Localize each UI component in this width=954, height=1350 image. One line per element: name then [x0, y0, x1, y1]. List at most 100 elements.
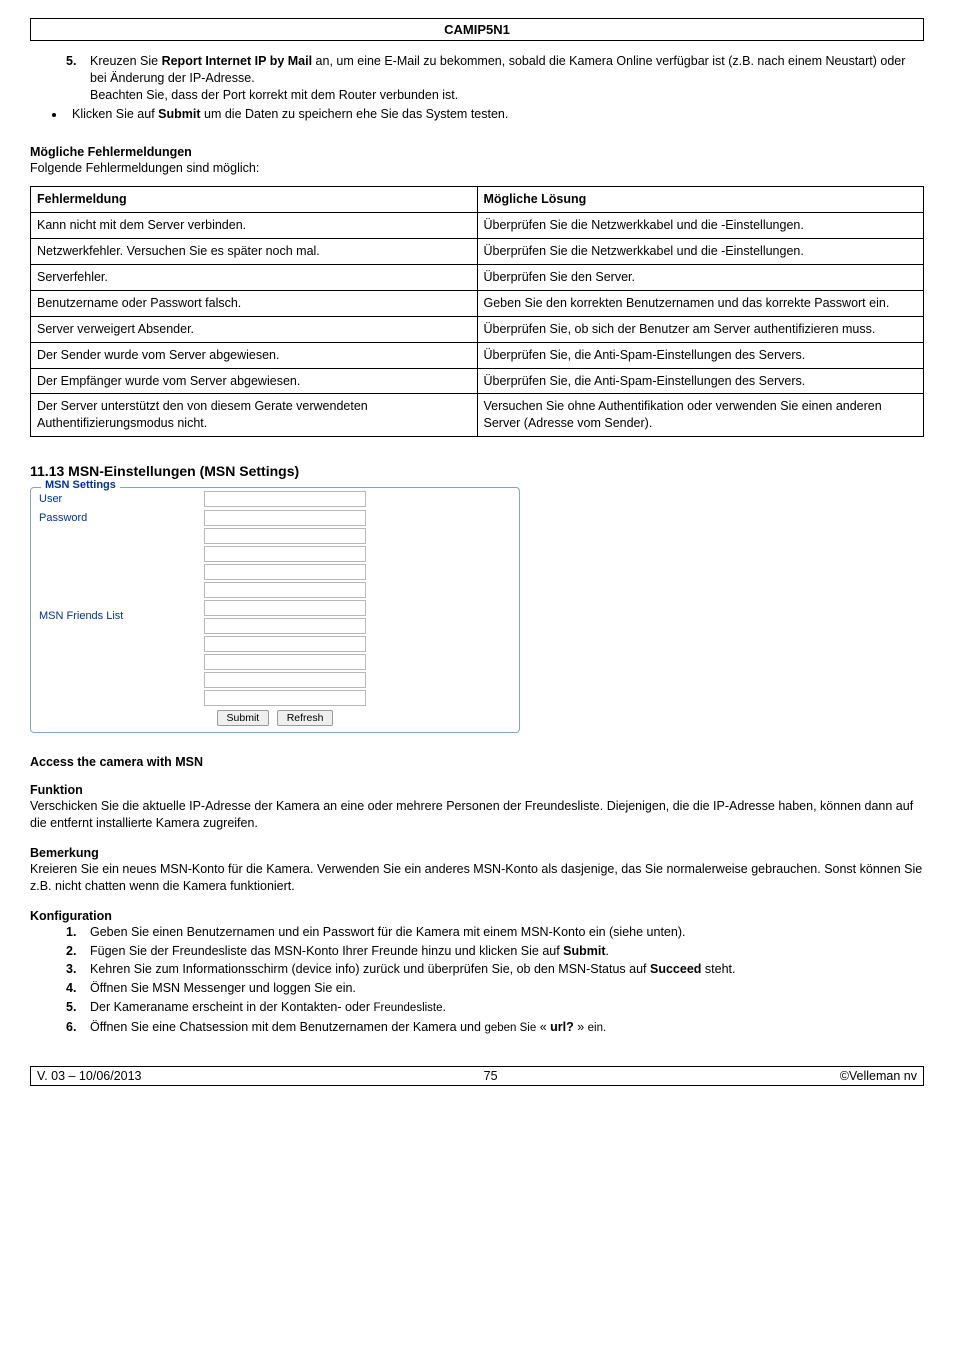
step-text: Geben Sie einen Benutzernamen und ein Pa…	[90, 925, 685, 939]
cell: Überprüfen Sie, die Anti-Spam-Einstellun…	[477, 368, 924, 394]
msn-friend-input[interactable]	[204, 654, 366, 670]
funktion-para: Verschicken Sie die aktuelle IP-Adresse …	[30, 798, 924, 832]
step-text-a: Fügen Sie der Freundesliste das MSN-Kont…	[90, 944, 563, 958]
doc-header: CAMIP5N1	[30, 18, 924, 41]
step-small2: ein.	[588, 1022, 607, 1034]
msn-friends-row: MSN Friends List	[35, 526, 515, 706]
msn-friends-inputs	[204, 528, 366, 706]
step-text-a: Kreuzen Sie	[90, 54, 162, 68]
access-heading: Access the camera with MSN	[30, 755, 924, 769]
msn-row-user: User	[35, 491, 515, 507]
konfig-step: 3. Kehren Sie zum Informationsschirm (de…	[66, 961, 924, 978]
step-text-a: Kehren Sie zum Informationsschirm (devic…	[90, 962, 650, 976]
table-row: Serverfehler.Überprüfen Sie den Server.	[31, 265, 924, 291]
cell: Überprüfen Sie den Server.	[477, 265, 924, 291]
step-bold: Submit	[563, 944, 605, 958]
errors-sub: Folgende Fehlermeldungen sind möglich:	[30, 160, 924, 177]
konfig-step: 2. Fügen Sie der Freundesliste das MSN-K…	[66, 943, 924, 960]
msn-friend-input[interactable]	[204, 600, 366, 616]
step-number: 5.	[66, 999, 76, 1016]
msn-friend-input[interactable]	[204, 546, 366, 562]
intro-step-5: 5. Kreuzen Sie Report Internet IP by Mai…	[66, 53, 924, 104]
footer-center: 75	[484, 1069, 498, 1083]
step-number: 3.	[66, 961, 76, 978]
step-bold: url?	[550, 1020, 574, 1034]
konfig-heading: Konfiguration	[30, 909, 924, 923]
error-table: Fehlermeldung Mögliche Lösung Kann nicht…	[30, 186, 924, 437]
msn-user-label: User	[35, 493, 204, 505]
msn-user-input[interactable]	[204, 491, 366, 507]
bemerkung-heading: Bemerkung	[30, 846, 924, 860]
msn-friend-input[interactable]	[204, 528, 366, 544]
konfig-step: 6. Öffnen Sie eine Chatsession mit dem B…	[66, 1019, 924, 1037]
step-small: geben Sie	[484, 1022, 536, 1034]
refresh-button[interactable]: Refresh	[277, 710, 334, 726]
cell: Der Sender wurde vom Server abgewiesen.	[31, 342, 478, 368]
msn-friend-input[interactable]	[204, 564, 366, 580]
cell: Überprüfen Sie die Netzwerkkabel und die…	[477, 213, 924, 239]
intro-bullet: Klicken Sie auf Submit um die Daten zu s…	[66, 106, 924, 123]
cell: Kann nicht mit dem Server verbinden.	[31, 213, 478, 239]
cell: Geben Sie den korrekten Benutzernamen un…	[477, 290, 924, 316]
step-text-b: .	[443, 1000, 446, 1014]
cell: Der Empfänger wurde vom Server abgewiese…	[31, 368, 478, 394]
intro-bullet-list: Klicken Sie auf Submit um die Daten zu s…	[66, 106, 924, 123]
table-row: Server verweigert Absender.Überprüfen Si…	[31, 316, 924, 342]
step-after: »	[574, 1020, 588, 1034]
cell: Überprüfen Sie, ob sich der Benutzer am …	[477, 316, 924, 342]
step-number: 2.	[66, 943, 76, 960]
cell: Serverfehler.	[31, 265, 478, 291]
konfig-step: 4. Öffnen Sie MSN Messenger und loggen S…	[66, 980, 924, 997]
msn-button-row: Submit Refresh	[35, 710, 515, 726]
doc-footer: V. 03 – 10/06/2013 75 ©Velleman nv	[30, 1066, 924, 1086]
table-header-row: Fehlermeldung Mögliche Lösung	[31, 187, 924, 213]
step-text-a: Öffnen Sie eine Chatsession mit dem Benu…	[90, 1020, 484, 1034]
step-bold: Succeed	[650, 962, 701, 976]
msn-password-input[interactable]	[204, 510, 366, 526]
cell: Server verweigert Absender.	[31, 316, 478, 342]
cell: Der Server unterstützt den von diesem Ge…	[31, 394, 478, 437]
submit-button[interactable]: Submit	[217, 710, 270, 726]
col-header-1: Fehlermeldung	[31, 187, 478, 213]
konfig-step: 5. Der Kameraname erscheint in der Konta…	[66, 999, 924, 1017]
step-text: Öffnen Sie MSN Messenger und loggen Sie …	[90, 981, 356, 995]
footer-right: ©Velleman nv	[840, 1069, 917, 1083]
msn-legend: MSN Settings	[41, 479, 120, 491]
step-small: Freundesliste	[373, 1002, 442, 1014]
konfig-list: 1. Geben Sie einen Benutzernamen und ein…	[66, 924, 924, 1037]
msn-friend-input[interactable]	[204, 618, 366, 634]
msn-friend-input[interactable]	[204, 582, 366, 598]
msn-friends-label: MSN Friends List	[35, 610, 204, 622]
msn-row-password: Password	[35, 510, 515, 526]
msn-friend-input[interactable]	[204, 672, 366, 688]
footer-left: V. 03 – 10/06/2013	[37, 1069, 142, 1083]
funktion-heading: Funktion	[30, 783, 924, 797]
table-row: Der Server unterstützt den von diesem Ge…	[31, 394, 924, 437]
doc-title: CAMIP5N1	[444, 22, 510, 37]
step-number: 6.	[66, 1019, 76, 1036]
msn-friend-input[interactable]	[204, 636, 366, 652]
step-text-b: steht.	[701, 962, 735, 976]
konfig-step: 1. Geben Sie einen Benutzernamen und ein…	[66, 924, 924, 941]
step-number: 5.	[66, 53, 76, 70]
table-row: Der Sender wurde vom Server abgewiesen.Ü…	[31, 342, 924, 368]
msn-password-label: Password	[35, 512, 204, 524]
section-title: 11.13 MSN-Einstellungen (MSN Settings)	[30, 463, 924, 479]
bullet-bold: Submit	[158, 107, 200, 121]
step-bold: Report Internet IP by Mail	[162, 54, 313, 68]
table-row: Netzwerkfehler. Versuchen Sie es später …	[31, 239, 924, 265]
msn-settings-panel: MSN Settings User Password MSN Friends L…	[30, 487, 520, 733]
step-mid: «	[536, 1020, 550, 1034]
step-number: 4.	[66, 980, 76, 997]
bullet-text-b: um die Daten zu speichern ehe Sie das Sy…	[201, 107, 509, 121]
table-row: Der Empfänger wurde vom Server abgewiese…	[31, 368, 924, 394]
step-text-a: Der Kameraname erscheint in der Kontakte…	[90, 1000, 373, 1014]
bullet-text-a: Klicken Sie auf	[72, 107, 158, 121]
errors-heading: Mögliche Fehlermeldungen	[30, 145, 924, 159]
cell: Netzwerkfehler. Versuchen Sie es später …	[31, 239, 478, 265]
table-row: Benutzername oder Passwort falsch.Geben …	[31, 290, 924, 316]
msn-friend-input[interactable]	[204, 690, 366, 706]
cell: Versuchen Sie ohne Authentifikation oder…	[477, 394, 924, 437]
intro-ordered-list: 5. Kreuzen Sie Report Internet IP by Mai…	[66, 53, 924, 104]
bemerkung-para: Kreieren Sie ein neues MSN-Konto für die…	[30, 861, 924, 895]
